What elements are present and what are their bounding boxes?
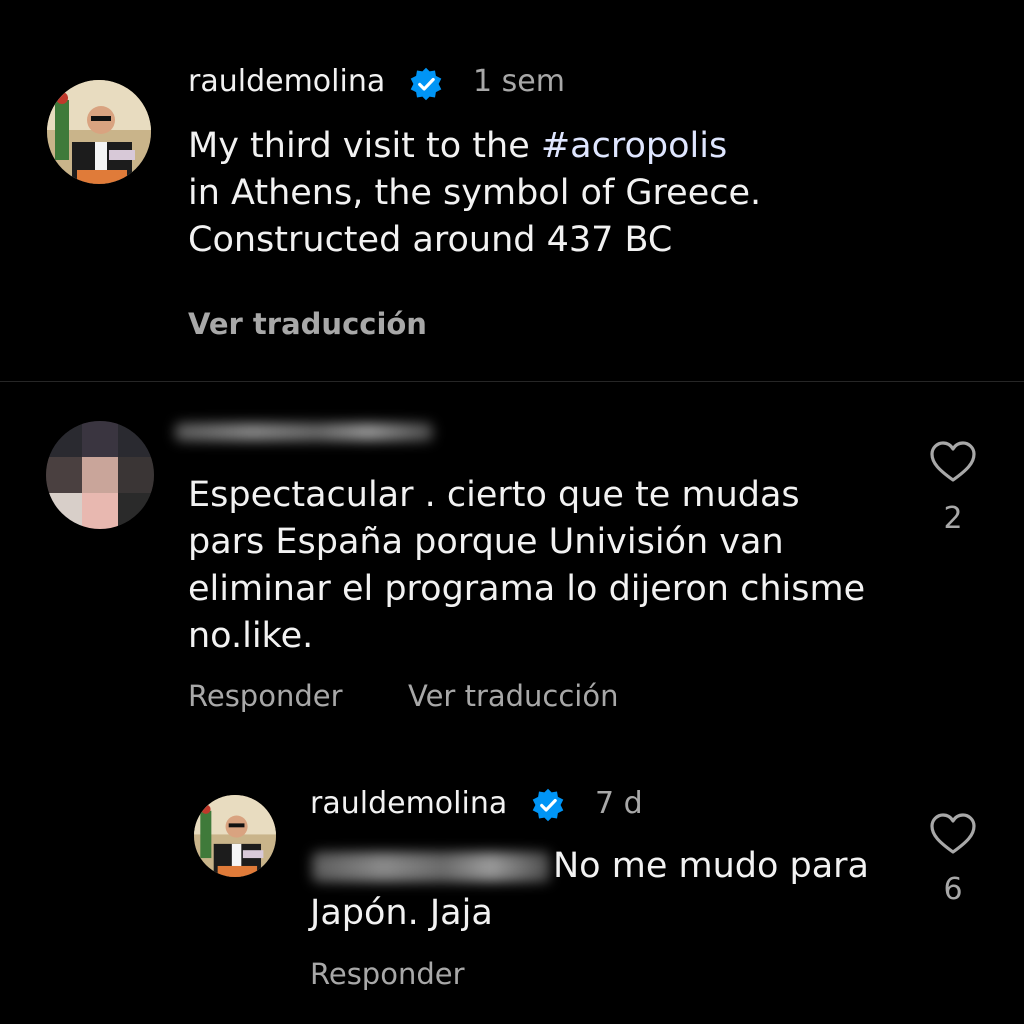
comment-translate-link[interactable]: Ver traducción — [408, 679, 619, 713]
commenter-avatar[interactable] — [46, 421, 154, 529]
comment-line-1: Espectacular . cierto que te mudas — [188, 475, 800, 515]
reply-author-username[interactable]: rauldemolina — [310, 786, 507, 821]
reply-line-1: No me mudo para — [553, 846, 870, 886]
caption-divider — [0, 381, 1024, 382]
caption-line-2: in Athens, the symbol of Greece. — [188, 173, 762, 213]
comment-line-4: no.like. — [188, 616, 314, 656]
comment-line-3: eliminar el programa lo dijeron chisme — [188, 569, 866, 609]
reply-line-2: Japón. Jaja — [310, 893, 493, 933]
comment-line-2: pars España porque Univisión van — [188, 522, 784, 562]
post-caption: My third visit to the #acropolis in Athe… — [188, 123, 988, 264]
post-author-avatar[interactable] — [47, 80, 151, 184]
comment-like-count: 2 — [943, 501, 963, 536]
caption-text-start: My third visit to the — [188, 126, 541, 166]
comment-text: Espectacular . cierto que te mudas pars … — [188, 472, 908, 660]
verified-badge-icon — [408, 66, 444, 102]
reply-text: No me mudo para Japón. Jaja — [310, 843, 910, 937]
reply-timestamp: 7 d — [595, 786, 643, 821]
post-timestamp: 1 sem — [473, 64, 565, 99]
comment-like-heart-icon[interactable] — [929, 440, 977, 484]
reply-like-heart-icon[interactable] — [929, 812, 977, 856]
reply-author-avatar[interactable] — [194, 795, 276, 877]
post-translate-link[interactable]: Ver traducción — [188, 307, 427, 341]
commenter-username-redacted[interactable] — [175, 423, 433, 441]
comment-reply-button[interactable]: Responder — [188, 679, 343, 713]
post-author-username[interactable]: rauldemolina — [188, 64, 385, 99]
caption-line-1: My third visit to the #acropolis — [188, 123, 988, 170]
reply-like-count: 6 — [943, 872, 963, 907]
caption-line-3: Constructed around 437 BC — [188, 220, 673, 260]
reply-reply-button[interactable]: Responder — [310, 957, 465, 991]
verified-badge-icon — [530, 787, 566, 823]
hashtag-link[interactable]: #acropolis — [541, 126, 727, 166]
